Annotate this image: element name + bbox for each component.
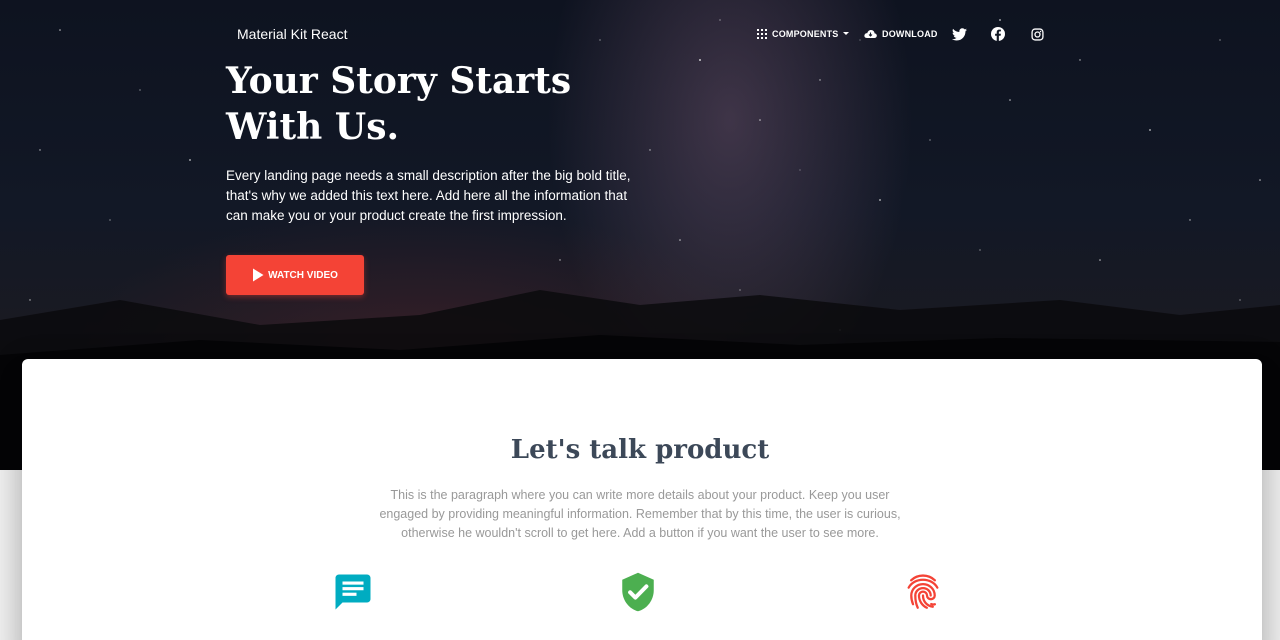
brand-logo[interactable]: Material Kit React <box>237 26 347 42</box>
chat-icon <box>335 574 371 610</box>
caret-down-icon <box>842 32 849 35</box>
feature-chat <box>331 570 375 614</box>
watch-video-button[interactable]: WATCH VIDEO <box>226 255 364 295</box>
download-label: DOWNLOAD <box>882 29 938 39</box>
instagram-icon <box>1030 27 1044 41</box>
feature-fingerprint <box>901 570 945 614</box>
product-section-title: Let's talk product <box>510 435 770 465</box>
twitter-link[interactable] <box>949 24 969 44</box>
facebook-icon <box>991 27 1005 41</box>
feature-verified <box>616 570 660 614</box>
download-button[interactable]: DOWNLOAD <box>864 22 938 46</box>
components-label: COMPONENTS <box>772 29 839 39</box>
verified-user-icon <box>622 572 654 612</box>
hero-title: Your Story Starts With Us. <box>226 60 572 148</box>
twitter-icon <box>951 27 967 40</box>
facebook-link[interactable] <box>988 24 1008 44</box>
product-section-description: This is the paragraph where you can writ… <box>379 488 901 540</box>
watch-video-label: WATCH VIDEO <box>268 269 338 281</box>
components-dropdown[interactable]: COMPONENTS <box>757 22 855 46</box>
instagram-link[interactable] <box>1027 24 1047 44</box>
fingerprint-icon <box>907 574 939 609</box>
cloud-download-icon <box>864 30 877 38</box>
apps-icon <box>757 29 767 39</box>
hero-description: Every landing page needs a small descrip… <box>226 168 631 223</box>
play-icon <box>253 268 264 282</box>
